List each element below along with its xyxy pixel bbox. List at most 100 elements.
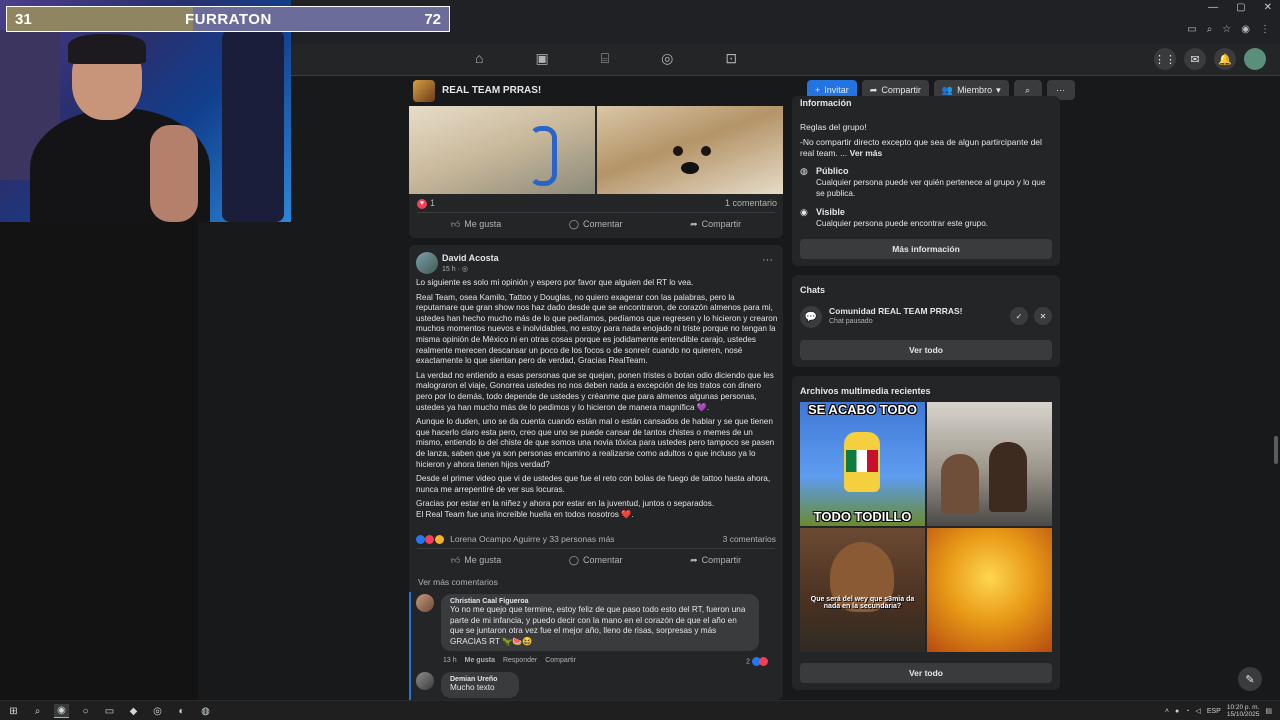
marketplace-icon[interactable]: ⌸: [601, 50, 609, 67]
like-button[interactable]: 👍︎ Me gusta: [451, 219, 501, 230]
post-time[interactable]: 15 h · ◎: [442, 265, 468, 273]
rules-text: -No compartir directo excepto que sea de…: [800, 137, 1042, 158]
comment-bubble: Demian Ureño Mucho texto: [441, 672, 519, 698]
post-more-icon[interactable]: ···: [762, 254, 773, 266]
header-actions: ⋮⋮ ✉ 🔔: [1154, 48, 1266, 70]
media-thumbnail[interactable]: Que será del wey que s3mia da nada en la…: [800, 528, 925, 652]
post-photo-dog-1[interactable]: [409, 106, 595, 194]
close-icon[interactable]: ✕: [1034, 307, 1052, 325]
notifications-icon[interactable]: ▤: [1265, 707, 1272, 715]
microphone-icon[interactable]: ●: [1175, 708, 1179, 715]
media-see-all-button[interactable]: Ver todo: [800, 663, 1052, 683]
like-icon: 👍︎: [450, 555, 461, 565]
like-button[interactable]: 👍︎ Me gusta: [451, 555, 501, 566]
person-shape: [941, 454, 979, 514]
reactions-text[interactable]: Lorena Ocampo Aguirre y 33 personas más: [450, 534, 614, 544]
post-reactions-row: Lorena Ocampo Aguirre y 33 personas más …: [416, 534, 776, 545]
more-info-button[interactable]: Más información: [800, 239, 1052, 259]
share-button[interactable]: ➦ Compartir: [690, 555, 741, 566]
windows-start-icon[interactable]: ⊞: [6, 704, 21, 718]
home-icon[interactable]: ⌂: [475, 50, 483, 67]
volume-icon[interactable]: ◁: [1195, 707, 1200, 715]
post-photo-dog-2[interactable]: [597, 106, 783, 194]
chats-title: Chats: [800, 285, 826, 295]
search-icon[interactable]: ⌕: [30, 704, 45, 718]
comment-share-button[interactable]: Compartir: [545, 657, 576, 664]
avatar[interactable]: [416, 594, 434, 612]
comment-button[interactable]: ◯ Comentar: [569, 219, 623, 230]
chats-see-all-button[interactable]: Ver todo: [800, 340, 1052, 360]
chats-card: Chats 💬 Comunidad REAL TEAM PRRAS! Chat …: [792, 275, 1060, 367]
check-icon[interactable]: ✓: [1010, 307, 1028, 325]
steam-icon[interactable]: ◍: [198, 704, 213, 718]
comment-text: Yo no me quejo que termine, estoy feliz …: [450, 605, 746, 646]
avatar[interactable]: [416, 672, 434, 690]
meme-caption-bottom: TODO TODILLO: [813, 509, 912, 524]
groups-icon[interactable]: ◎: [661, 50, 673, 67]
star-bookmark-icon[interactable]: ☆: [1222, 24, 1231, 35]
media-thumbnail[interactable]: [927, 402, 1052, 526]
main-navigation: ⌂ ▣ ⌸ ◎ ⊡: [475, 50, 737, 67]
comment-author[interactable]: Demian Ureño: [450, 676, 510, 683]
globe-icon: ◍: [800, 166, 808, 176]
discord-icon[interactable]: ◐: [174, 704, 189, 718]
share-label: Compartir: [701, 555, 742, 565]
windows-taskbar: ⊞ ⌕ ◉ ○ ▭ ◆ ◎ ◐ ◍ ˄ ● ◔ ◁ ESP 10:20 p. m…: [0, 700, 1280, 720]
comment-button[interactable]: ◯ Comentar: [569, 555, 623, 566]
account-avatar[interactable]: [1244, 48, 1266, 70]
close-window-button[interactable]: ✕: [1264, 2, 1272, 13]
share-button[interactable]: ➦ Compartir: [690, 219, 741, 230]
see-more-comments-link[interactable]: Ver más comentarios: [418, 577, 498, 587]
scrollbar-thumb[interactable]: [1274, 436, 1278, 464]
file-explorer-icon[interactable]: ▭: [102, 704, 117, 718]
network-icon[interactable]: ◔: [1185, 708, 1189, 715]
zoom-icon[interactable]: ⌕: [1207, 24, 1213, 35]
chrome-icon[interactable]: ◉: [54, 704, 69, 718]
post-author[interactable]: David Acosta: [442, 253, 499, 263]
tray-chevron-icon[interactable]: ˄: [1165, 708, 1169, 715]
group-thumbnail[interactable]: [413, 80, 435, 102]
page-scrollbar[interactable]: [1272, 76, 1280, 700]
comment-reply-button[interactable]: Responder: [503, 657, 537, 664]
chat-bubble-icon[interactable]: 💬: [800, 306, 822, 328]
group-name[interactable]: REAL TEAM PRRAS!: [442, 85, 541, 96]
maximize-button[interactable]: ▢: [1236, 2, 1245, 13]
opera-icon[interactable]: ○: [78, 704, 93, 718]
media-thumbnail[interactable]: [927, 528, 1052, 652]
messenger-icon[interactable]: ✉: [1184, 48, 1206, 70]
media-thumbnail[interactable]: SE ACABO TODO TODO TODILLO: [800, 402, 925, 526]
gaming-icon[interactable]: ⊡: [725, 50, 737, 67]
post-action-row: 👍︎ Me gusta ◯ Comentar ➦ Compartir: [417, 548, 775, 572]
browser-menu-icon[interactable]: ⋮: [1260, 24, 1270, 35]
video-icon[interactable]: ▣: [535, 50, 548, 67]
see-more-link[interactable]: Ver más: [850, 148, 883, 158]
minimize-button[interactable]: —: [1208, 2, 1218, 13]
comment-author[interactable]: Christian Caal Figueroa: [450, 598, 750, 605]
info-title: Información: [800, 98, 852, 108]
obs-icon[interactable]: ◎: [150, 704, 165, 718]
comments-count[interactable]: 3 comentarios: [723, 534, 776, 544]
reaction-count[interactable]: 1: [430, 198, 435, 208]
avatar[interactable]: [416, 252, 438, 274]
comment-like-button[interactable]: Me gusta: [465, 657, 495, 664]
menu-grid-icon[interactable]: ⋮⋮: [1154, 48, 1176, 70]
language-indicator[interactable]: ESP: [1207, 708, 1221, 715]
stream-score-bar: 31 FURRATON 72: [6, 6, 450, 32]
facebook-header: ⌂ ▣ ⌸ ◎ ⊡ ⋮⋮ ✉ 🔔: [290, 44, 1280, 76]
comment-thread-line: [409, 592, 411, 700]
comment-time[interactable]: 13 h: [443, 657, 457, 664]
notifications-bell-icon[interactable]: 🔔: [1214, 48, 1236, 70]
webcam-overlay: [0, 0, 291, 222]
chat-name[interactable]: Comunidad REAL TEAM PRRAS!: [829, 306, 962, 316]
comment-reaction-number: 2: [746, 658, 750, 666]
app-icon[interactable]: ◆: [126, 704, 141, 718]
comment-reaction-count[interactable]: 2: [746, 657, 768, 666]
new-message-icon[interactable]: ✎: [1238, 667, 1262, 691]
dog-eye: [701, 146, 711, 156]
streamer-hair: [68, 34, 146, 64]
comments-count[interactable]: 1 comentario: [725, 198, 777, 208]
love-reaction-icon: [425, 535, 435, 545]
profile-icon[interactable]: ◉: [1241, 24, 1250, 35]
clock[interactable]: 10:20 p. m. 15/10/2025: [1227, 704, 1260, 718]
cast-icon[interactable]: ▭: [1187, 24, 1196, 35]
